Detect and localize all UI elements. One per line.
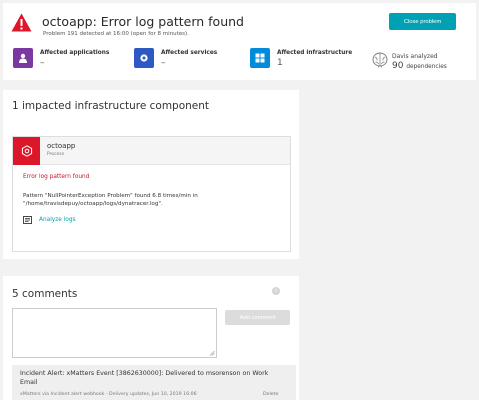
error-description: Pattern "NullPointerException Problem" f… bbox=[23, 193, 198, 207]
process-icon bbox=[13, 137, 40, 165]
affected-applications-label: Affected applications bbox=[40, 50, 110, 56]
affected-infrastructure-label: Affected infrastructure bbox=[277, 50, 353, 56]
comment-item: Incident Alert: xMatters Event [38626300… bbox=[12, 365, 296, 400]
davis-count: 90 dependencies bbox=[392, 61, 447, 71]
davis-count-unit: dependencies bbox=[406, 64, 447, 70]
brain-icon bbox=[372, 52, 388, 68]
add-comment-button[interactable]: Add comment bbox=[225, 310, 290, 325]
problem-header: octoapp: Error log pattern found Problem… bbox=[3, 3, 476, 80]
grid-icon bbox=[250, 48, 270, 68]
problem-title: octoapp: Error log pattern found bbox=[42, 14, 244, 29]
davis-label: Davis analyzed bbox=[392, 53, 438, 60]
affected-services-label: Affected services bbox=[161, 50, 218, 56]
component-type: Process bbox=[47, 152, 65, 157]
comment-meta: xMatters via Incident alert webhook - De… bbox=[20, 392, 197, 397]
comment-title: Incident Alert: xMatters Event [38626300… bbox=[20, 370, 269, 386]
close-problem-button[interactable]: Close problem bbox=[389, 13, 456, 30]
impacted-component-card: octoapp Process Error log pattern found … bbox=[12, 136, 291, 252]
problem-subtitle: Problem 191 detected at 16:00 (open for … bbox=[43, 31, 189, 37]
impacted-title: 1 impacted infrastructure component bbox=[12, 100, 210, 112]
affected-infrastructure-value: 1 bbox=[277, 58, 283, 68]
user-icon bbox=[13, 48, 33, 68]
delete-comment-link[interactable]: Delete bbox=[263, 392, 278, 397]
davis-count-value: 90 bbox=[392, 61, 404, 71]
info-icon[interactable]: i bbox=[272, 287, 280, 295]
impacted-components-panel: 1 impacted infrastructure component octo… bbox=[3, 90, 299, 259]
gear-icon bbox=[134, 48, 154, 68]
analyze-logs-label[interactable]: Analyze logs bbox=[39, 217, 76, 223]
affected-services-value: – bbox=[161, 58, 166, 68]
comments-title: 5 comments bbox=[12, 288, 78, 300]
comment-input[interactable] bbox=[12, 308, 217, 358]
error-title: Error log pattern found bbox=[23, 174, 90, 180]
warning-icon bbox=[11, 13, 32, 32]
affected-applications-value: – bbox=[40, 58, 45, 68]
component-name[interactable]: octoapp bbox=[47, 142, 75, 150]
resize-grip-icon[interactable] bbox=[209, 350, 215, 356]
logs-icon bbox=[23, 216, 32, 224]
card-header[interactable]: octoapp Process bbox=[13, 137, 290, 165]
comments-panel: 5 comments i Add comment Incident Alert:… bbox=[3, 276, 299, 400]
